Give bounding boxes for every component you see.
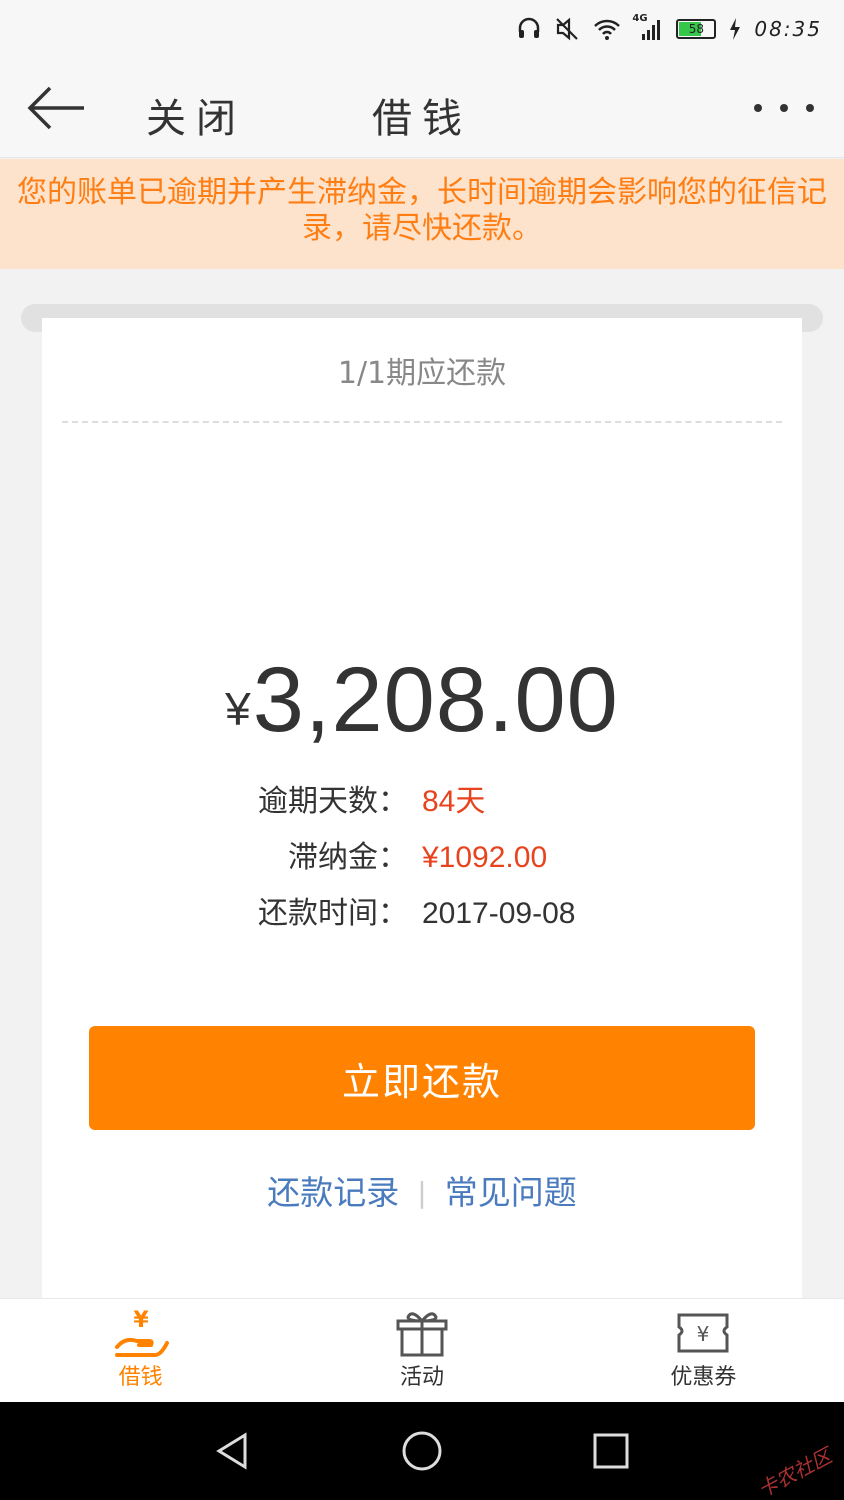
charging-icon — [728, 15, 742, 43]
clock: 08:35 — [754, 17, 822, 41]
bottom-tab-bar: ¥ 借钱 活动 ¥ 优惠券 — [0, 1298, 844, 1402]
system-home-button[interactable] — [400, 1429, 444, 1473]
repay-now-button[interactable]: 立即还款 — [89, 1026, 755, 1130]
overdue-days-value: 84天 — [422, 785, 486, 818]
status-bar: 4G 58 08:35 — [0, 0, 844, 58]
faq-link[interactable]: 常见问题 — [445, 1173, 577, 1212]
battery-level: 58 — [688, 22, 704, 36]
wifi-icon — [592, 15, 622, 43]
tab-borrow[interactable]: ¥ 借钱 — [0, 1299, 281, 1402]
gift-icon — [396, 1312, 448, 1357]
svg-text:¥: ¥ — [697, 1322, 710, 1346]
page-title: 借钱 — [372, 96, 472, 142]
amount-value: 3,208.00 — [252, 649, 619, 751]
due-date-value: 2017-09-08 — [422, 897, 576, 930]
tab-activities[interactable]: 活动 — [281, 1299, 562, 1402]
watermark: 卡农社区 — [753, 1443, 836, 1500]
more-menu-button[interactable] — [754, 96, 814, 120]
overdue-days-row: 逾期天数： 84天 — [42, 780, 802, 824]
tab-borrow-label: 借钱 — [118, 1365, 163, 1390]
system-recents-button[interactable] — [591, 1431, 631, 1471]
tab-activities-label: 活动 — [399, 1365, 444, 1390]
battery-icon: 58 — [676, 19, 717, 39]
link-separator: | — [417, 1176, 427, 1209]
currency-symbol: ¥ — [225, 683, 251, 735]
late-fee-row: 滞纳金： ¥1092.00 — [42, 836, 802, 880]
bill-card: 1/1期应还款 ¥3,208.00 逾期天数： 84天 滞纳金： ¥1092.0… — [42, 318, 802, 1300]
due-date-label: 还款时间： — [258, 896, 408, 931]
coupon-icon: ¥ — [677, 1313, 729, 1353]
system-nav-bar: 卡农社区 — [0, 1402, 844, 1500]
nav-bar: 关闭 借钱 — [0, 58, 844, 158]
due-date-row: 还款时间： 2017-09-08 — [42, 892, 802, 936]
overdue-notice: 您的账单已逾期并产生滞纳金，长时间逾期会影响您的征信记录，请尽快还款。 — [0, 159, 844, 269]
period-label: 1/1期应还款 — [337, 356, 507, 391]
more-dots-icon — [754, 104, 762, 112]
tab-coupons-label: 优惠券 — [670, 1365, 737, 1390]
cellular-signal-icon: 4G — [632, 13, 664, 43]
repay-records-link[interactable]: 还款记录 — [267, 1173, 399, 1212]
amount-due: ¥3,208.00 — [42, 648, 802, 753]
circle-home-icon — [402, 1431, 442, 1471]
tab-coupons[interactable]: ¥ 优惠券 — [563, 1299, 844, 1402]
late-fee-label: 滞纳金： — [288, 840, 408, 875]
yuan-hand-icon: ¥ — [114, 1308, 169, 1357]
headset-icon — [516, 15, 542, 43]
mute-icon — [554, 15, 580, 43]
system-back-button[interactable] — [213, 1431, 253, 1471]
network-type: 4G — [632, 13, 648, 24]
card-links: 还款记录 | 常见问题 — [42, 1166, 802, 1214]
svg-text:¥: ¥ — [133, 1308, 149, 1333]
late-fee-value: ¥1092.00 — [422, 841, 548, 874]
square-recents-icon — [593, 1433, 629, 1469]
triangle-back-icon — [216, 1432, 247, 1470]
dashed-divider — [62, 421, 782, 423]
overdue-days-label: 逾期天数： — [258, 784, 408, 819]
